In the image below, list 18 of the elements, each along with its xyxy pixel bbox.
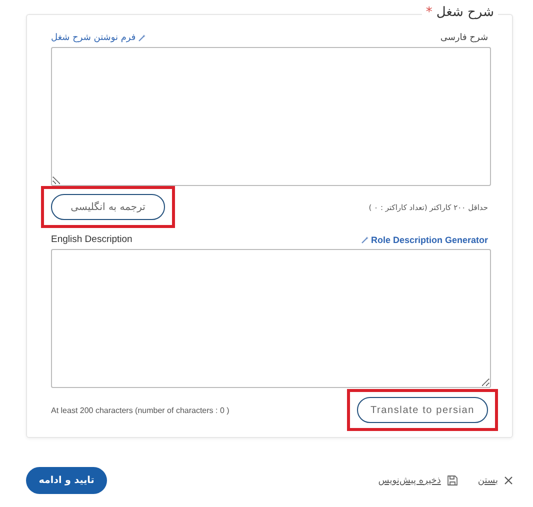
helper-link[interactable]: فرم نوشتن شرح شغل: [51, 33, 146, 43]
wand-icon: [360, 236, 369, 244]
save-icon[interactable]: [446, 475, 458, 486]
input-field[interactable]: [51, 249, 491, 388]
required-mark: *: [426, 5, 432, 20]
save-draft-link[interactable]: ذخیره پیش‌نویس: [378, 476, 441, 486]
close-icon[interactable]: [504, 476, 513, 485]
helper-link[interactable]: Role Description Generator: [360, 234, 488, 244]
translate-button[interactable]: Translate to persian: [357, 397, 488, 423]
field-label: شرح فارسی: [440, 33, 488, 43]
helper-text: At least 200 characters (number of characters : 0 ): [51, 406, 230, 414]
wand-icon: [138, 34, 146, 42]
translate-button[interactable]: ترجمه به انگلیسی: [51, 194, 165, 220]
field-label: English Description: [51, 234, 132, 245]
input-field[interactable]: [51, 47, 491, 186]
section-title: شرح شغل: [436, 5, 494, 20]
close-link[interactable]: بستن: [478, 476, 498, 486]
confirm-button[interactable]: تایید و ادامه: [26, 467, 107, 494]
